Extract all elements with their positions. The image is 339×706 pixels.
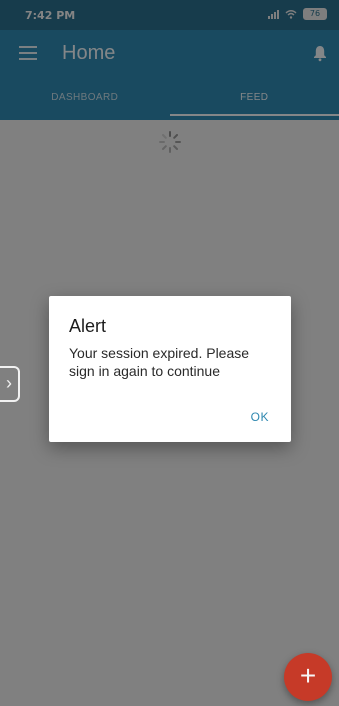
ok-button[interactable]: OK	[251, 410, 269, 424]
chevron-right-icon: ›	[6, 373, 12, 393]
alert-dialog: Alert Your session expired. Please sign …	[49, 296, 291, 442]
side-drawer-handle[interactable]: ›	[0, 366, 20, 402]
plus-icon: +	[299, 660, 317, 691]
dialog-message: Your session expired. Please sign in aga…	[69, 345, 250, 379]
dialog-title: Alert	[69, 316, 107, 336]
add-button[interactable]: +	[284, 653, 332, 701]
